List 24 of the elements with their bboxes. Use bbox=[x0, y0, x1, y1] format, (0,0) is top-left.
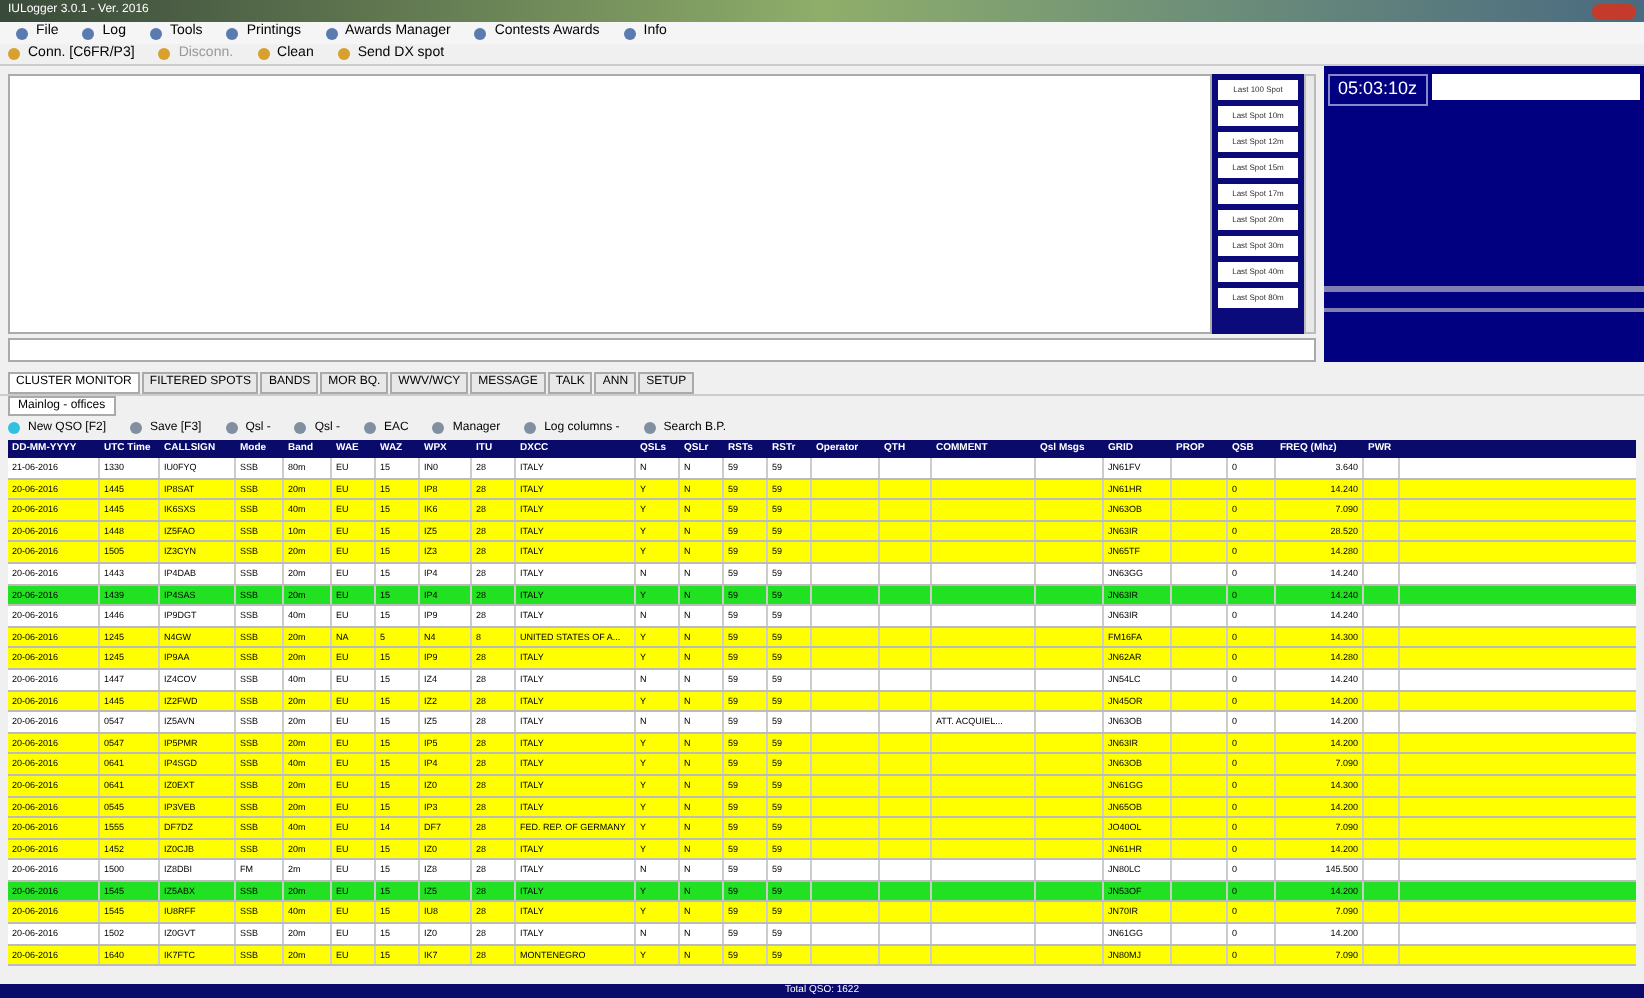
tool-icon bbox=[294, 422, 307, 434]
tool-icon bbox=[8, 48, 20, 60]
menu-icon bbox=[149, 27, 162, 39]
scrollbar[interactable] bbox=[1304, 74, 1316, 334]
menu-icon bbox=[474, 27, 487, 39]
menu-icon bbox=[623, 27, 636, 39]
menu-icon bbox=[82, 27, 95, 39]
tool-icon bbox=[337, 48, 350, 60]
tool-icon bbox=[158, 48, 171, 60]
menu-icon bbox=[226, 27, 239, 39]
tool-icon bbox=[364, 422, 377, 434]
tool-icon bbox=[8, 422, 20, 434]
tool-icon bbox=[524, 422, 537, 434]
tool-icon bbox=[130, 422, 143, 434]
tool-icon bbox=[225, 422, 238, 434]
menu-icon bbox=[325, 27, 338, 39]
close-icon[interactable] bbox=[1592, 3, 1636, 19]
clock-field[interactable] bbox=[1431, 74, 1640, 100]
menu-icon bbox=[16, 27, 28, 39]
utc-clock: 05:03:10z bbox=[1328, 74, 1428, 105]
tool-icon bbox=[432, 422, 445, 434]
command-field[interactable] bbox=[8, 338, 1316, 362]
tool-icon bbox=[257, 48, 270, 60]
tool-icon bbox=[643, 422, 656, 434]
